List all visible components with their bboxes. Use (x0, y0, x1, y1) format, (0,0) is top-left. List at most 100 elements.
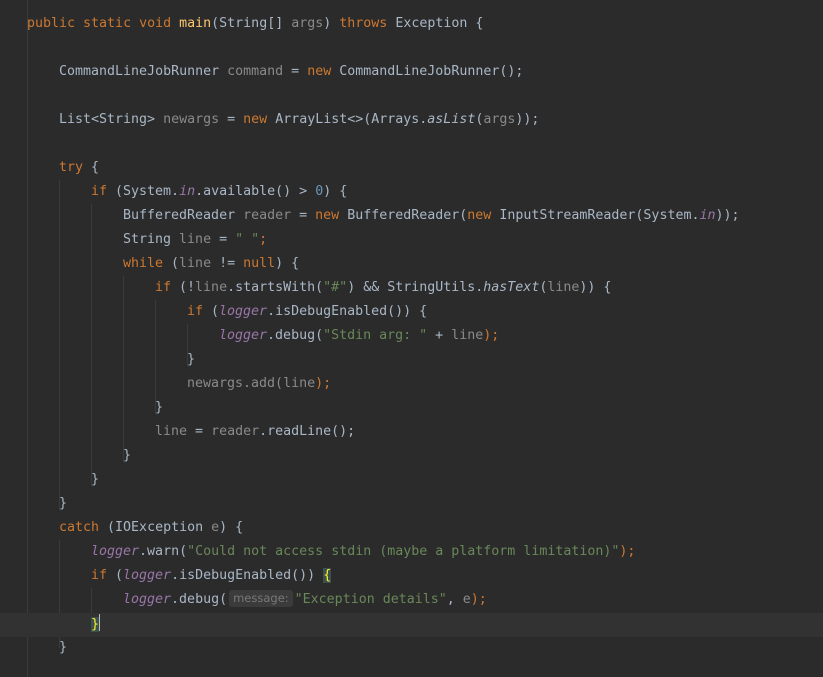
current-line-highlight (0, 613, 823, 637)
code-line[interactable]: line = reader.readLine(); (155, 420, 355, 444)
code-editor[interactable]: public static void main(String[] args) t… (0, 0, 823, 677)
code-text: )); (715, 208, 740, 223)
static-field: logger (123, 592, 172, 607)
parameter: e (211, 520, 220, 535)
code-line[interactable]: } (155, 396, 163, 420)
local-variable: newargs (163, 112, 220, 127)
code-line[interactable]: logger.debug(message: "Exception details"… (123, 588, 487, 612)
local-variable: command (227, 64, 284, 79)
code-text: )); (515, 112, 540, 127)
code-line[interactable]: logger.warn("Could not access stdin (may… (91, 540, 635, 564)
code-line[interactable]: } (187, 348, 195, 372)
static-field: logger (219, 328, 268, 343)
code-text: (IOException (99, 520, 212, 535)
code-text: != (211, 256, 244, 271)
keyword: if (91, 184, 108, 199)
keyword: new (467, 208, 492, 223)
code-text: .isDebugEnabled()) (171, 568, 324, 583)
matched-brace: { (323, 568, 332, 583)
code-text: ); (315, 376, 332, 391)
code-line[interactable]: while (line != null) { (123, 252, 299, 276)
closing-brace: } (59, 496, 68, 511)
code-text: ) { (275, 256, 300, 271)
code-text: { (83, 160, 100, 175)
closing-brace: } (123, 448, 132, 463)
code-text: ( (203, 304, 220, 319)
keyword: catch (59, 520, 100, 535)
indent-guide (123, 276, 124, 462)
indent-guide (27, 0, 28, 677)
string-literal: "Exception details" (294, 592, 447, 607)
code-text: .isDebugEnabled()) { (267, 304, 428, 319)
code-text: = (187, 424, 212, 439)
code-text: .readLine(); (259, 424, 356, 439)
code-text: .debug( (267, 328, 324, 343)
code-line[interactable]: } (59, 492, 67, 516)
method-name: main (179, 16, 212, 31)
static-method: hasText (483, 280, 540, 295)
string-literal: "Could not access stdin (maybe a platfor… (187, 544, 620, 559)
code-line[interactable]: if (logger.isDebugEnabled()) { (91, 564, 332, 588)
code-text: List<String> (59, 112, 164, 127)
code-line[interactable]: } (123, 444, 131, 468)
code-line[interactable]: String line = " "; (123, 228, 267, 252)
parameter: e (462, 592, 471, 607)
keyword: if (155, 280, 172, 295)
code-text: newargs.add( (187, 376, 284, 391)
code-text: .debug( (171, 592, 228, 607)
code-text: Exception { (387, 16, 484, 31)
code-text: = (283, 64, 308, 79)
code-text: .warn( (139, 544, 188, 559)
code-text: (String[] (211, 16, 292, 31)
code-line[interactable]: if (System.in.available() > 0) { (91, 180, 347, 204)
closing-brace: } (91, 472, 100, 487)
local-variable: line (547, 280, 580, 295)
local-variable: line (195, 280, 228, 295)
code-line[interactable]: } (91, 468, 99, 492)
code-text: ) { (323, 184, 348, 199)
code-line[interactable]: CommandLineJobRunner command = new Comma… (59, 60, 523, 84)
matched-brace: } (91, 617, 100, 632)
code-text: (System. (107, 184, 180, 199)
code-line[interactable]: } (91, 613, 101, 637)
code-line[interactable]: if (logger.isDebugEnabled()) { (187, 300, 427, 324)
code-text: ; (259, 232, 268, 247)
code-text: .startsWith( (227, 280, 324, 295)
string-literal: "#" (323, 280, 348, 295)
code-line[interactable]: BufferedReader reader = new BufferedRead… (123, 204, 740, 228)
code-line[interactable]: catch (IOException e) { (59, 516, 243, 540)
parameter: args (483, 112, 516, 127)
local-variable: line (283, 376, 316, 391)
static-field: logger (219, 304, 268, 319)
code-text: ( (163, 256, 180, 271)
keyword: while (123, 256, 164, 271)
code-line[interactable]: public static void main(String[] args) t… (27, 12, 483, 36)
keyword: new (307, 64, 332, 79)
closing-brace: } (155, 400, 164, 415)
local-variable: line (155, 424, 188, 439)
code-text: BufferedReader( (339, 208, 468, 223)
static-field: in (179, 184, 196, 199)
keyword: throws (339, 16, 388, 31)
code-text: BufferedReader (123, 208, 244, 223)
code-line[interactable]: } (59, 636, 67, 660)
keyword: if (91, 568, 108, 583)
text-cursor (99, 614, 101, 631)
code-line[interactable]: if (!line.startsWith("#") && StringUtils… (155, 276, 611, 300)
code-text: ); (483, 328, 500, 343)
local-variable: reader (243, 208, 292, 223)
keyword: new (315, 208, 340, 223)
keyword: public static void (27, 16, 172, 31)
local-variable: line (451, 328, 484, 343)
parameter-hint: message: (229, 590, 293, 607)
static-method: asList (427, 112, 476, 127)
code-line[interactable]: logger.debug("Stdin arg: " + line); (219, 324, 499, 348)
code-text: ) && StringUtils. (347, 280, 484, 295)
code-line[interactable]: List<String> newargs = new ArrayList<>(A… (59, 108, 539, 132)
string-literal: "Stdin arg: " (323, 328, 428, 343)
local-variable: line (179, 232, 212, 247)
code-line[interactable]: newargs.add(line); (187, 372, 331, 396)
code-line[interactable]: try { (59, 156, 99, 180)
static-field: logger (91, 544, 140, 559)
code-text: ( (107, 568, 124, 583)
